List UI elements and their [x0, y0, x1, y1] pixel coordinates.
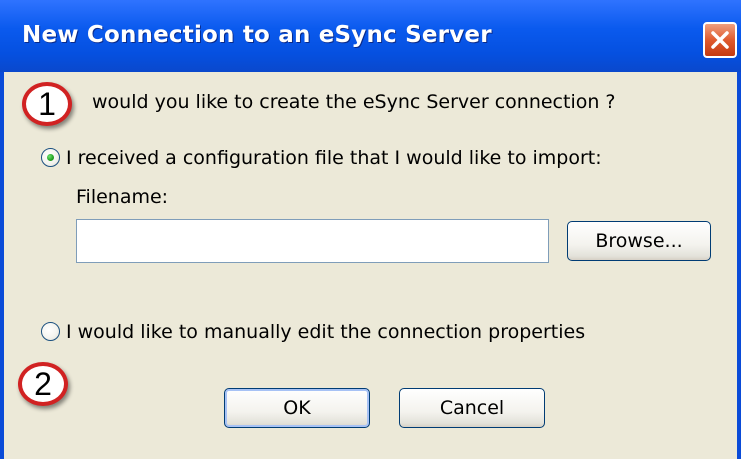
dialog-window: New Connection to an eSync Server 1 woul… — [0, 0, 741, 459]
import-config-radio[interactable] — [41, 148, 60, 167]
client-area — [4, 72, 737, 78]
filename-input[interactable] — [76, 219, 549, 263]
step-1-badge: 1 — [22, 82, 72, 126]
title-bar[interactable]: New Connection to an eSync Server — [0, 0, 741, 72]
cancel-button[interactable]: Cancel — [399, 388, 545, 428]
manual-edit-label[interactable]: I would like to manually edit the connec… — [66, 321, 585, 343]
manual-edit-radio[interactable] — [41, 322, 60, 341]
step-2-badge: 2 — [18, 362, 68, 406]
ok-button[interactable]: OK — [224, 388, 370, 428]
close-x-icon — [711, 31, 729, 49]
import-config-label[interactable]: I received a configuration file that I w… — [66, 147, 602, 169]
close-button[interactable] — [703, 22, 737, 58]
window-title: New Connection to an eSync Server — [22, 22, 492, 48]
filename-label: Filename: — [76, 186, 169, 208]
radio-selected-dot — [47, 154, 54, 161]
browse-button[interactable]: Browse... — [567, 221, 711, 261]
question-text: would you like to create the eSync Serve… — [92, 91, 616, 113]
